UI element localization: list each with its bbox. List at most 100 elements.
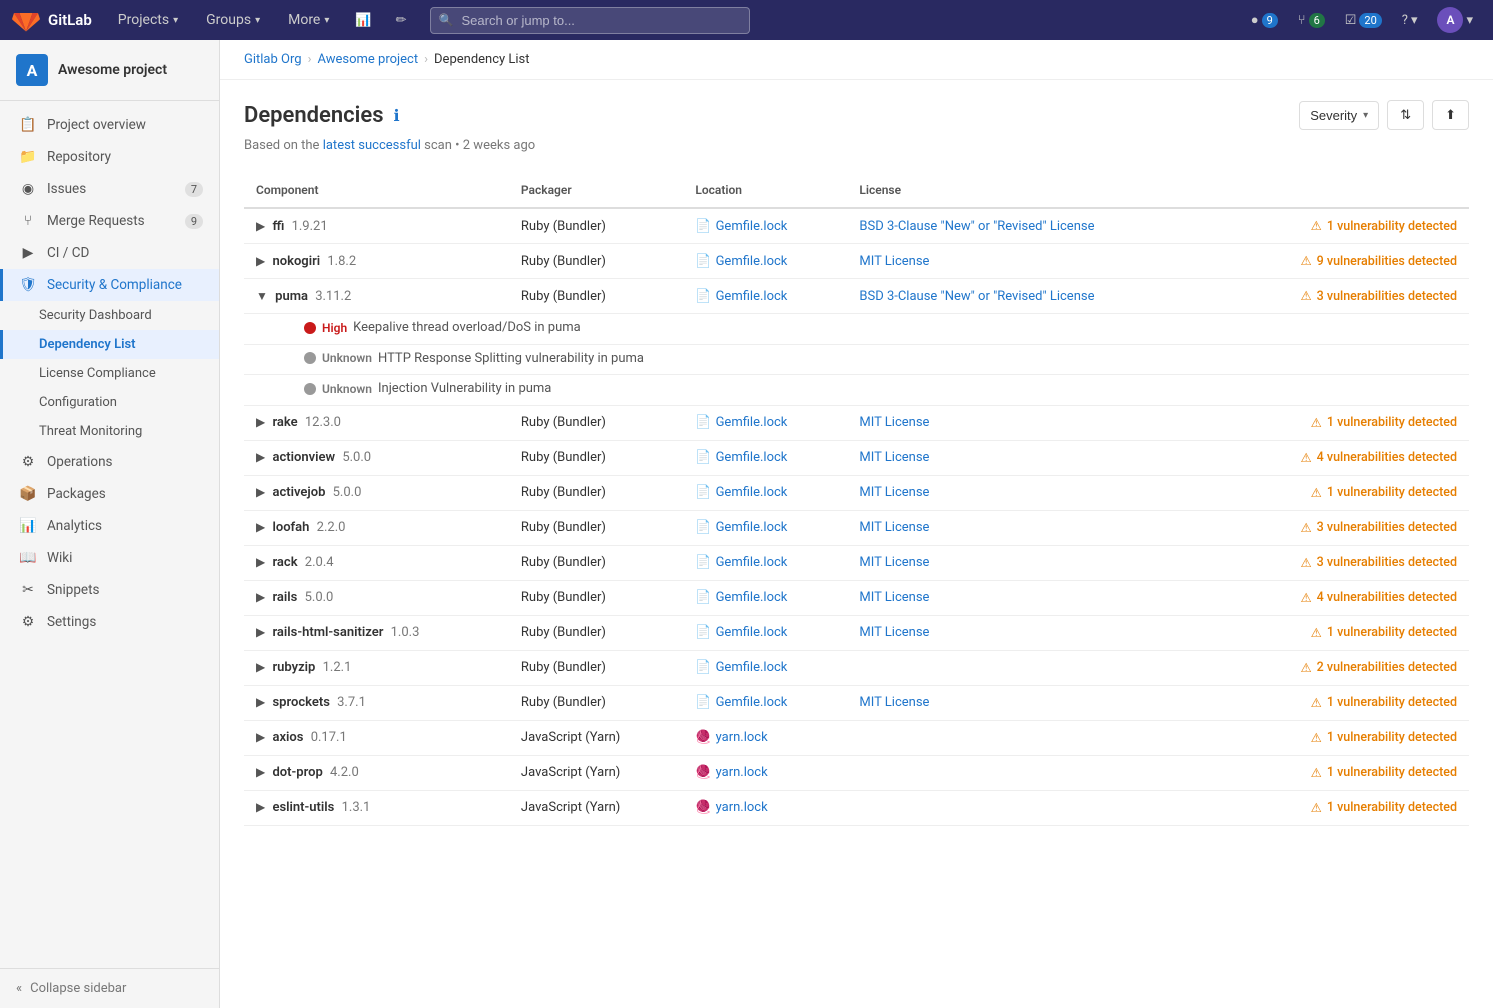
nav-activity[interactable]: 📊 <box>347 0 379 40</box>
sidebar-sub-threat-monitoring[interactable]: Threat Monitoring <box>0 417 219 446</box>
location-link[interactable]: 🧶 yarn.lock <box>695 730 835 745</box>
sidebar-item-repository[interactable]: 📁 Repository <box>0 141 219 173</box>
sidebar-item-operations[interactable]: ⚙ Operations <box>0 446 219 478</box>
expand-button[interactable]: ▶ <box>256 590 265 604</box>
expand-button[interactable]: ▶ <box>256 415 265 429</box>
expand-button[interactable]: ▶ <box>256 730 265 744</box>
expand-button[interactable]: ▶ <box>256 625 265 639</box>
sidebar-item-snippets[interactable]: ✂ Snippets <box>0 574 219 606</box>
file-icon: 📄 <box>695 254 711 269</box>
sidebar-item-settings[interactable]: ⚙ Settings <box>0 606 219 638</box>
breadcrumb-gitlab-org[interactable]: Gitlab Org <box>244 52 302 67</box>
license-link[interactable]: MIT License <box>859 555 929 570</box>
location-link[interactable]: 📄 Gemfile.lock <box>695 590 835 605</box>
todos-badge: 20 <box>1359 13 1381 28</box>
location-link[interactable]: 📄 Gemfile.lock <box>695 415 835 430</box>
sidebar-item-security-compliance[interactable]: 🛡 Security & Compliance <box>0 269 219 301</box>
sort-button[interactable]: ⇅ <box>1387 100 1424 130</box>
dep-version: 1.3.1 <box>342 800 371 815</box>
license-link[interactable]: BSD 3-Clause "New" or "Revised" License <box>859 289 1094 304</box>
nav-projects[interactable]: Projects ▾ <box>108 0 188 40</box>
expand-button[interactable]: ▶ <box>256 520 265 534</box>
dep-name: loofah <box>272 520 309 535</box>
expand-button[interactable]: ▶ <box>256 660 265 674</box>
project-header[interactable]: A Awesome project <box>0 40 219 101</box>
scan-link[interactable]: latest successful <box>323 138 421 153</box>
snippets-icon: ✂ <box>19 582 37 598</box>
nav-issues[interactable]: ● 9 <box>1243 0 1286 40</box>
sidebar-sub-dependency-list[interactable]: Dependency List <box>0 330 219 359</box>
location-link[interactable]: 📄 Gemfile.lock <box>695 625 835 640</box>
sidebar-sub-security-dashboard[interactable]: Security Dashboard <box>0 301 219 330</box>
sidebar-sub-license-compliance[interactable]: License Compliance <box>0 359 219 388</box>
expand-button[interactable]: ▶ <box>256 450 265 464</box>
cell-location: 📄 Gemfile.lock <box>683 685 847 720</box>
expand-button[interactable]: ▶ <box>256 800 265 814</box>
dep-version: 3.11.2 <box>315 289 351 304</box>
location-link[interactable]: 🧶 yarn.lock <box>695 765 835 780</box>
configuration-label: Configuration <box>39 395 117 410</box>
license-link[interactable]: BSD 3-Clause "New" or "Revised" License <box>859 219 1094 234</box>
cell-component: ▶ rack 2.0.4 <box>244 545 509 580</box>
license-link[interactable]: MIT License <box>859 415 929 430</box>
license-link[interactable]: MIT License <box>859 450 929 465</box>
sidebar-item-wiki[interactable]: 📖 Wiki <box>0 542 219 574</box>
location-link[interactable]: 📄 Gemfile.lock <box>695 695 835 710</box>
nav-groups[interactable]: Groups ▾ <box>196 0 270 40</box>
license-link[interactable]: MIT License <box>859 590 929 605</box>
search-input[interactable] <box>430 7 750 34</box>
sidebar-item-issues[interactable]: ◉ Issues 7 <box>0 173 219 205</box>
nav-avatar[interactable]: A ▾ <box>1429 0 1481 40</box>
collapse-sidebar-button[interactable]: « Collapse sidebar <box>0 968 219 1008</box>
expand-button[interactable]: ▶ <box>256 219 265 233</box>
sidebar-item-cicd[interactable]: ▶ CI / CD <box>0 237 219 269</box>
dep-version: 2.2.0 <box>317 520 346 535</box>
breadcrumb-current: Dependency List <box>434 52 530 67</box>
location-link[interactable]: 📄 Gemfile.lock <box>695 254 835 269</box>
location-link[interactable]: 📄 Gemfile.lock <box>695 520 835 535</box>
location-link[interactable]: 📄 Gemfile.lock <box>695 660 835 675</box>
nav-merge-requests[interactable]: ⑂ 6 <box>1290 0 1333 40</box>
expand-button[interactable]: ▶ <box>256 695 265 709</box>
license-link[interactable]: MIT License <box>859 520 929 535</box>
expand-button[interactable]: ▶ <box>256 254 265 268</box>
cell-location: 📄 Gemfile.lock <box>683 244 847 279</box>
expand-button[interactable]: ▶ <box>256 765 265 779</box>
license-link[interactable]: MIT License <box>859 254 929 269</box>
location-link[interactable]: 📄 Gemfile.lock <box>695 555 835 570</box>
page-header: Dependencies ℹ Severity ▾ ⇅ ⬆ <box>244 100 1469 130</box>
cell-license: MIT License <box>847 510 1213 545</box>
nav-help[interactable]: ? ▾ <box>1394 0 1426 40</box>
warning-icon: ⚠ <box>1300 590 1311 606</box>
nav-todos[interactable]: ☑ 20 <box>1337 0 1390 40</box>
nav-edit[interactable]: ✏ <box>388 0 415 40</box>
breadcrumb-awesome-project[interactable]: Awesome project <box>317 52 418 67</box>
sidebar-sub-configuration[interactable]: Configuration <box>0 388 219 417</box>
license-link[interactable]: MIT License <box>859 485 929 500</box>
col-location: Location <box>683 173 847 208</box>
expand-button[interactable]: ▶ <box>256 485 265 499</box>
sidebar-item-analytics[interactable]: 📊 Analytics <box>0 510 219 542</box>
file-icon: 🧶 <box>695 765 711 780</box>
location-link[interactable]: 🧶 yarn.lock <box>695 800 835 815</box>
info-icon[interactable]: ℹ <box>394 106 400 125</box>
severity-filter-button[interactable]: Severity ▾ <box>1299 101 1379 130</box>
location-link[interactable]: 📄 Gemfile.lock <box>695 450 835 465</box>
severity-vuln-cell <box>1214 375 1469 406</box>
mr-count: 9 <box>185 214 203 229</box>
location-link[interactable]: 📄 Gemfile.lock <box>695 219 835 234</box>
license-link[interactable]: MIT License <box>859 625 929 640</box>
sidebar-item-project-overview[interactable]: 📋 Project overview <box>0 109 219 141</box>
location-link[interactable]: 📄 Gemfile.lock <box>695 485 835 500</box>
dep-name: rubyzip <box>272 660 315 675</box>
sidebar-item-merge-requests[interactable]: ⑂ Merge Requests 9 <box>0 205 219 237</box>
sidebar-item-packages[interactable]: 📦 Packages <box>0 478 219 510</box>
export-button[interactable]: ⬆ <box>1432 100 1469 130</box>
expand-button[interactable]: ▶ <box>256 555 265 569</box>
location-link[interactable]: 📄 Gemfile.lock <box>695 289 835 304</box>
license-link[interactable]: MIT License <box>859 695 929 710</box>
expand-button[interactable]: ▼ <box>256 289 268 303</box>
cell-location: 📄 Gemfile.lock <box>683 615 847 650</box>
gitlab-logo[interactable]: GitLab <box>12 6 92 34</box>
nav-more[interactable]: More ▾ <box>278 0 339 40</box>
